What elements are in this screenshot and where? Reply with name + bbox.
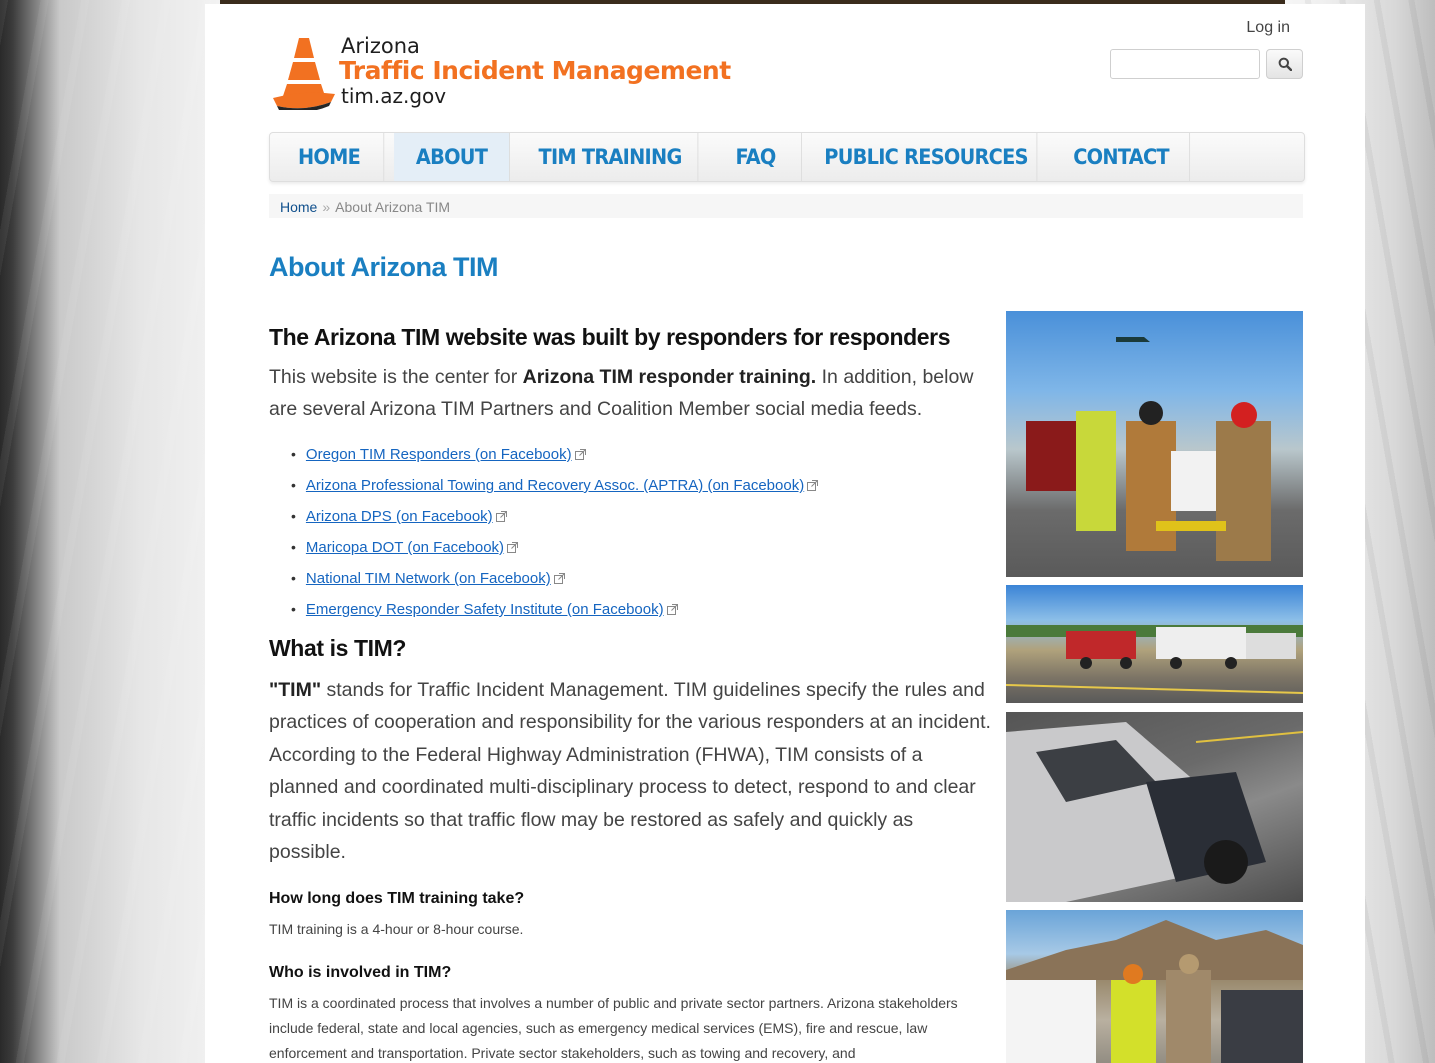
social-link-maricopa-dot[interactable]: Maricopa DOT (on Facebook) [306, 539, 504, 556]
login-link[interactable]: Log in [1246, 19, 1290, 37]
section-heading-responders: The Arizona TIM website was built by res… [269, 324, 951, 350]
responders-group-photo [1006, 910, 1303, 1063]
logo-title: Traffic Incident Management [339, 56, 731, 85]
nav-about[interactable]: ABOUT [394, 133, 510, 181]
faq-question-involved: Who is involved in TIM? [269, 964, 452, 982]
photo-illustration [1006, 920, 1303, 1063]
social-link-dps[interactable]: Arizona DPS (on Facebook) [306, 508, 493, 525]
background-left [0, 0, 220, 1063]
external-link-icon [574, 449, 586, 460]
external-link-icon [495, 511, 507, 522]
page-container: Arizona Traffic Incident Management tim.… [205, 4, 1365, 1063]
nav-public-resources[interactable]: PUBLIC RESOURCES [816, 133, 1038, 181]
list-item: Emergency Responder Safety Institute (on… [291, 594, 994, 625]
social-link-national-tim[interactable]: National TIM Network (on Facebook) [306, 570, 551, 587]
breadcrumb-separator: » [322, 199, 331, 215]
tow-trucks-photo [1006, 585, 1303, 703]
external-link-icon [807, 480, 819, 491]
main-nav: HOME ABOUT TIM TRAINING FAQ PUBLIC RESOU… [269, 132, 1305, 182]
traffic-cone-icon [273, 38, 335, 110]
responders-stretcher-photo [1006, 311, 1303, 577]
main-content: The Arizona TIM website was built by res… [269, 324, 994, 1063]
tim-definition-text: stands for Traffic Incident Management. … [269, 679, 991, 864]
page-title: About Arizona TIM [269, 252, 498, 282]
photo-illustration [1006, 625, 1303, 694]
list-item: Oregon TIM Responders (on Facebook) [291, 439, 994, 470]
site-logo[interactable]: Arizona Traffic Incident Management tim.… [271, 30, 731, 112]
nav-tim-training[interactable]: TIM TRAINING [523, 133, 699, 181]
nav-home[interactable]: HOME [275, 133, 385, 181]
logo-state: Arizona [341, 34, 420, 58]
faq-question-duration: How long does TIM training take? [269, 890, 525, 908]
list-item: National TIM Network (on Facebook) [291, 563, 994, 594]
intro-text-bold: Arizona TIM responder training. [522, 366, 817, 388]
search-button[interactable] [1266, 49, 1303, 79]
tim-definition-paragraph: "TIM" stands for Traffic Incident Manage… [269, 674, 994, 868]
search-input[interactable] [1110, 49, 1260, 79]
list-item: Arizona Professional Towing and Recovery… [291, 470, 994, 501]
external-link-icon [553, 573, 565, 584]
social-link-aptra[interactable]: Arizona Professional Towing and Recovery… [306, 477, 804, 494]
list-item: Maricopa DOT (on Facebook) [291, 532, 994, 563]
social-links-list: Oregon TIM Responders (on Facebook) Ariz… [291, 439, 994, 625]
social-link-oregon[interactable]: Oregon TIM Responders (on Facebook) [306, 446, 572, 463]
search-icon [1278, 57, 1292, 71]
external-link-icon [507, 542, 519, 553]
faq-answer-duration: TIM training is a 4-hour or 8-hour cours… [269, 921, 524, 938]
social-link-ersi[interactable]: Emergency Responder Safety Institute (on… [306, 601, 664, 618]
photo-illustration [1006, 722, 1303, 902]
list-item: Arizona DPS (on Facebook) [291, 501, 994, 532]
crash-scene-photo [1006, 712, 1303, 902]
logo-domain: tim.az.gov [341, 84, 447, 108]
section-heading-what-is-tim: What is TIM? [269, 635, 407, 661]
photo-illustration [1026, 337, 1271, 561]
breadcrumb-home[interactable]: Home [280, 199, 317, 215]
external-link-icon [666, 604, 678, 615]
breadcrumb: Home » About Arizona TIM [269, 194, 1303, 218]
intro-paragraph: This website is the center for Arizona T… [269, 361, 994, 425]
intro-text-start: This website is the center for [269, 366, 523, 388]
faq-answer-involved: TIM is a coordinated process that involv… [269, 995, 958, 1062]
nav-contact[interactable]: CONTACT [1053, 133, 1191, 181]
nav-faq[interactable]: FAQ [710, 133, 802, 181]
breadcrumb-current: About Arizona TIM [335, 199, 451, 215]
tim-term: "TIM" [269, 679, 322, 701]
